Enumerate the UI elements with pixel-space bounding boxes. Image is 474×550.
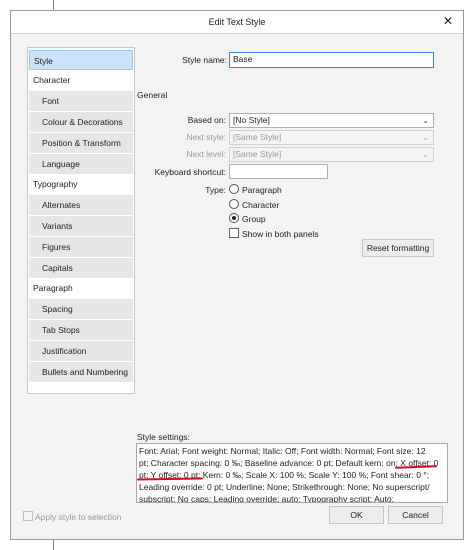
keyboard-shortcut-input[interactable] (229, 164, 328, 179)
cancel-button[interactable]: Cancel (388, 506, 443, 524)
sidebar-item-font[interactable]: Font (29, 91, 133, 111)
sidebar-item-variants[interactable]: Variants (29, 216, 133, 236)
type-paragraph-radio[interactable] (229, 184, 239, 194)
show-both-panels-label: Show in both panels (242, 229, 319, 239)
based-on-label: Based on: (187, 115, 226, 125)
general-heading: General (137, 90, 168, 100)
keyboard-shortcut-label: Keyboard shortcut: (154, 167, 226, 177)
next-level-select[interactable]: [Same Style] ⌄ (229, 147, 434, 162)
sidebar-item-tab-stops[interactable]: Tab Stops (29, 320, 133, 340)
style-settings-text: Font: Arial; Font weight: Normal; Italic… (136, 443, 448, 503)
based-on-select[interactable]: [No Style] ⌄ (229, 113, 434, 128)
type-paragraph-label: Paragraph (242, 185, 282, 195)
guide-line-bottom (53, 540, 54, 550)
style-settings-label: Style settings: (137, 432, 190, 442)
reset-formatting-button[interactable]: Reset formatting (362, 239, 434, 257)
chevron-down-icon: ⌄ (422, 116, 429, 125)
apply-style-label: Apply style to selection (35, 512, 122, 522)
sidebar-item-spacing[interactable]: Spacing (29, 299, 133, 319)
sidebar-item-colour-decorations[interactable]: Colour & Decorations (29, 112, 133, 132)
settings-line: Leading override: 0 pt; Underline: None;… (139, 482, 430, 492)
sidebar-item-typography[interactable]: Typography (29, 174, 133, 194)
based-on-value: [No Style] (233, 115, 270, 125)
sidebar-item-capitals[interactable]: Capitals (29, 258, 133, 278)
type-label: Type: (205, 185, 226, 195)
chevron-down-icon: ⌄ (422, 133, 429, 142)
edit-text-style-dialog: Edit Text Style ✕ Style Character Font C… (10, 10, 464, 540)
sidebar-item-position-transform[interactable]: Position & Transform (29, 133, 133, 153)
show-both-panels-checkbox[interactable] (229, 228, 239, 238)
chevron-down-icon: ⌄ (422, 150, 429, 159)
next-style-select[interactable]: [Same Style] ⌄ (229, 130, 434, 145)
guide-line-top (53, 0, 54, 10)
sidebar-item-character[interactable]: Character (29, 70, 133, 90)
style-name-input[interactable]: Base (229, 52, 434, 68)
next-level-label: Next level: (186, 149, 226, 159)
sidebar-item-figures[interactable]: Figures (29, 237, 133, 257)
sidebar-item-justification[interactable]: Justification (29, 341, 133, 361)
type-character-label: Character (242, 200, 280, 210)
next-style-value: [Same Style] (233, 132, 282, 142)
settings-line: Font: Arial; Font weight: Normal; Italic… (139, 446, 426, 456)
ok-button[interactable]: OK (329, 506, 384, 524)
type-group-radio[interactable] (229, 213, 239, 223)
next-style-label: Next style: (186, 132, 226, 142)
radio-selected-dot (232, 216, 236, 220)
style-name-label: Style name: (182, 55, 227, 65)
sidebar: Style Character Font Colour & Decoration… (27, 47, 135, 394)
sidebar-item-bullets-numbering[interactable]: Bullets and Numbering (29, 362, 133, 382)
sidebar-item-paragraph[interactable]: Paragraph (29, 278, 133, 298)
close-icon[interactable]: ✕ (443, 14, 453, 28)
sidebar-item-alternates[interactable]: Alternates (29, 195, 133, 215)
next-level-value: [Same Style] (233, 149, 282, 159)
sidebar-item-language[interactable]: Language (29, 154, 133, 174)
settings-line: subscript; No caps; Leading override: au… (139, 494, 394, 503)
apply-style-checkbox[interactable] (23, 511, 33, 521)
type-character-radio[interactable] (229, 199, 239, 209)
type-group-label: Group (242, 214, 266, 224)
dialog-title: Edit Text Style (208, 17, 266, 27)
sidebar-item-style[interactable]: Style (29, 50, 133, 70)
title-bar: Edit Text Style ✕ (11, 11, 463, 34)
